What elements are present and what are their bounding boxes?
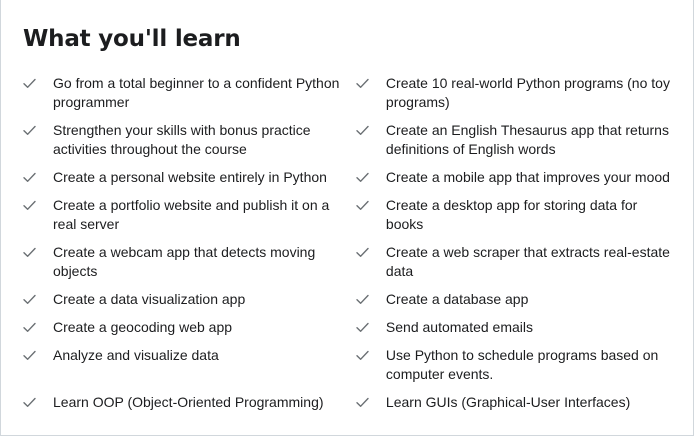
checkmark-icon — [23, 196, 37, 215]
learning-outcome-item: Create a web scraper that extracts real-… — [356, 243, 671, 281]
learning-outcome-item: Create a data visualization app — [23, 290, 348, 309]
checkmark-icon — [356, 318, 370, 337]
learning-outcome-text: Create a personal website entirely in Py… — [53, 169, 327, 185]
learning-outcome-item: Learn OOP (Object-Oriented Programming) — [23, 393, 348, 412]
learning-outcome-text: Analyze and visualize data — [53, 347, 219, 363]
learning-outcome-item: Create a database app — [356, 290, 671, 309]
learning-outcome-text: Learn OOP (Object-Oriented Programming) — [53, 394, 324, 410]
learning-outcome-text: Create a data visualization app — [53, 291, 246, 307]
checkmark-icon — [23, 74, 37, 93]
checkmark-icon — [356, 290, 370, 309]
checkmark-icon — [23, 121, 37, 140]
learning-outcome-text: Create a webcam app that detects moving … — [53, 244, 316, 279]
learning-outcome-item: Go from a total beginner to a confident … — [23, 74, 348, 112]
learning-outcome-text: Create an English Thesaurus app that ret… — [385, 122, 669, 157]
learning-outcome-item: Create an English Thesaurus app that ret… — [356, 121, 671, 159]
learning-outcome-item: Create a desktop app for storing data fo… — [356, 196, 671, 234]
learning-outcome-item: Create a portfolio website and publish i… — [23, 196, 348, 234]
checkmark-icon — [356, 393, 370, 412]
outcomes-right-column: Create 10 real-world Python programs (no… — [356, 74, 671, 421]
learning-outcome-item: Create 10 real-world Python programs (no… — [356, 74, 671, 112]
learning-outcome-text: Create a geocoding web app — [53, 319, 233, 335]
checkmark-icon — [23, 243, 37, 262]
learning-outcome-text: Go from a total beginner to a confident … — [53, 75, 340, 110]
learning-outcome-text: Create a mobile app that improves your m… — [385, 169, 670, 185]
learning-outcome-text: Learn GUIs (Graphical-User Interfaces) — [385, 394, 631, 410]
checkmark-icon — [23, 290, 37, 309]
what-youll-learn-panel: What you'll learn Go from a total beginn… — [0, 0, 694, 436]
checkmark-icon — [23, 393, 37, 412]
learning-outcome-item: Analyze and visualize data — [23, 346, 348, 384]
checkmark-icon — [356, 168, 370, 187]
learning-outcome-text: Create a database app — [385, 291, 529, 307]
learning-outcome-text: Use Python to schedule programs based on… — [385, 347, 659, 382]
learning-outcome-text: Send automated emails — [385, 319, 534, 335]
learning-outcome-item: Create a webcam app that detects moving … — [23, 243, 348, 281]
outcomes-left-column: Go from a total beginner to a confident … — [23, 74, 348, 421]
learning-outcome-item: Use Python to schedule programs based on… — [356, 346, 671, 384]
learning-outcome-text: Create a web scraper that extracts real-… — [385, 244, 670, 279]
learning-outcome-text: Strengthen your skills with bonus practi… — [53, 122, 311, 157]
checkmark-icon — [23, 318, 37, 337]
section-title: What you'll learn — [23, 26, 241, 52]
checkmark-icon — [23, 168, 37, 187]
checkmark-icon — [356, 346, 370, 365]
checkmark-icon — [356, 196, 370, 215]
learning-outcome-item: Create a personal website entirely in Py… — [23, 168, 348, 187]
learning-outcome-item: Create a mobile app that improves your m… — [356, 168, 671, 187]
checkmark-icon — [23, 346, 37, 365]
learning-outcomes: Go from a total beginner to a confident … — [23, 74, 671, 421]
learning-outcome-text: Create a portfolio website and publish i… — [53, 197, 330, 232]
learning-outcome-item: Strengthen your skills with bonus practi… — [23, 121, 348, 159]
learning-outcome-text: Create a desktop app for storing data fo… — [385, 197, 638, 232]
checkmark-icon — [356, 74, 370, 93]
checkmark-icon — [356, 121, 370, 140]
learning-outcome-text: Create 10 real-world Python programs (no… — [385, 75, 670, 110]
checkmark-icon — [356, 243, 370, 262]
learning-outcome-item: Create a geocoding web app — [23, 318, 348, 337]
learning-outcome-item: Learn GUIs (Graphical-User Interfaces) — [356, 393, 671, 412]
learning-outcome-item: Send automated emails — [356, 318, 671, 337]
